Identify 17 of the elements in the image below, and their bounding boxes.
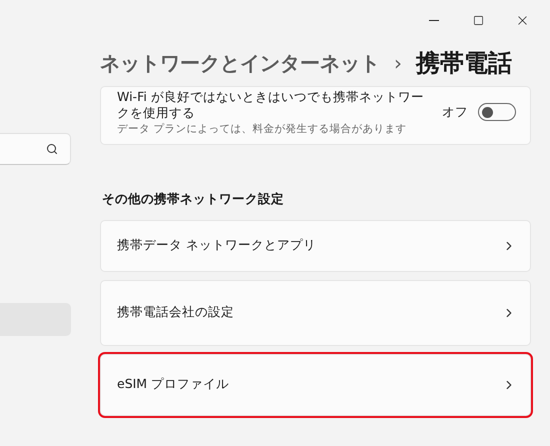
setting-description: データ プランによっては、料金が発生する場合があります bbox=[117, 122, 408, 136]
page-title: 携帯電話 bbox=[416, 48, 512, 79]
toggle-switch[interactable] bbox=[478, 103, 516, 122]
search-icon bbox=[46, 143, 58, 155]
link-label: eSIM プロファイル bbox=[117, 376, 230, 393]
maximize-icon bbox=[472, 14, 484, 26]
settings-link[interactable]: 携帯電話会社の設定 bbox=[100, 280, 531, 346]
section-heading: その他の携帯ネットワーク設定 bbox=[102, 190, 285, 208]
breadcrumb-separator: › bbox=[394, 51, 402, 75]
toggle-state-label: オフ bbox=[442, 104, 468, 121]
settings-link[interactable]: eSIM プロファイル bbox=[100, 354, 531, 416]
link-label: 携帯電話会社の設定 bbox=[117, 304, 234, 321]
setting-title: Wi-Fi が良好ではないときはいつでも携帯ネットワークを使用する bbox=[117, 89, 425, 122]
breadcrumb-parent[interactable]: ネットワークとインターネット bbox=[100, 50, 380, 76]
search-field[interactable] bbox=[0, 133, 71, 165]
link-label: 携帯データ ネットワークとアプリ bbox=[117, 237, 316, 254]
settings-link[interactable]: 携帯データ ネットワークとアプリ bbox=[100, 220, 531, 272]
